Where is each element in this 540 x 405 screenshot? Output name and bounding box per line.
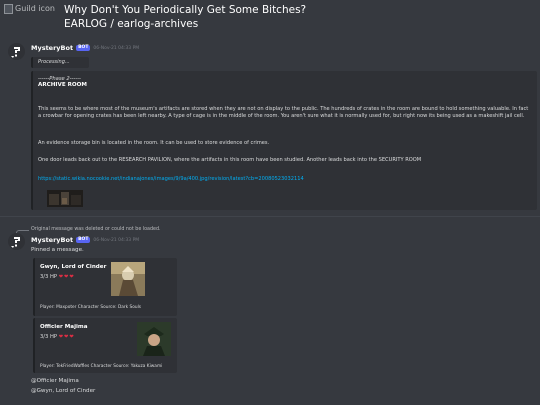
- doors-description: One door leads back out to the RESEARCH …: [38, 157, 422, 163]
- guild-icon: Guild icon: [4, 4, 55, 14]
- character-card-gwyn: Gwyn, Lord of Cinder 3/3 HP ❤❤❤ Player: …: [33, 258, 177, 316]
- processing-text: Processing...: [38, 59, 70, 65]
- character-hp: 3/3 HP ❤❤❤: [40, 334, 75, 340]
- guild-title: Why Don't You Periodically Get Some Bitc…: [64, 4, 307, 16]
- mystery-question-icon: [8, 43, 25, 60]
- reply-notice: Original message was deleted or could no…: [31, 227, 161, 232]
- character-name: Officier Majima: [40, 324, 88, 330]
- mystery-question-icon: [8, 233, 25, 250]
- mention-majima[interactable]: @Officier Majima: [31, 378, 79, 384]
- bot-avatar[interactable]: [8, 233, 25, 250]
- room-title: ARCHIVE ROOM: [38, 82, 87, 88]
- bot-avatar[interactable]: [8, 43, 25, 60]
- majima-portrait: [137, 322, 171, 356]
- message-timestamp: 06-Nov-21 04:33 PM: [93, 45, 140, 51]
- hp-label: 3/3 HP: [40, 334, 58, 340]
- room-embed: ------Phase 2------ ARCHIVE ROOM This se…: [31, 71, 537, 210]
- bot-badge: BOT: [76, 45, 91, 51]
- character-thumbnail[interactable]: [137, 322, 171, 356]
- room-thumbnail[interactable]: [47, 190, 83, 207]
- heart-icon: ❤❤❤: [58, 274, 75, 280]
- processing-embed: Processing...: [31, 57, 89, 68]
- guild-icon-alt: Guild icon: [15, 4, 55, 13]
- heart-icon: ❤❤❤: [58, 334, 75, 340]
- bot-badge: BOT: [76, 237, 91, 243]
- pinned-notice: Pinned a message.: [31, 247, 84, 253]
- character-card-majima: Officier Majima 3/3 HP ❤❤❤ Player: TekFr…: [33, 318, 177, 373]
- hp-label: 3/3 HP: [40, 274, 58, 280]
- message-header: MysteryBot BOT 06-Nov-21 04:33 PM: [31, 44, 139, 52]
- character-name: Gwyn, Lord of Cinder: [40, 264, 107, 270]
- message-divider: [0, 216, 540, 217]
- room-description: This seems to be where most of the museu…: [38, 106, 529, 120]
- character-thumbnail[interactable]: [111, 262, 145, 296]
- mention-gwyn[interactable]: @Gwyn, Lord of Cinder: [31, 388, 95, 394]
- room-thumbnail-art: [47, 190, 83, 207]
- image-link[interactable]: https://static.wikia.nocookie.net/indian…: [38, 176, 304, 182]
- player-info: Player: Maxpoter Character Source: Dark …: [40, 305, 142, 310]
- channel-header: Guild icon Why Don't You Periodically Ge…: [0, 0, 540, 38]
- channel-path: EARLOG / earlog-archives: [64, 18, 199, 30]
- message-header: MysteryBot BOT 06-Nov-21 04:33 PM: [31, 236, 139, 244]
- player-info: Player: TekFriedWaffles Character Source…: [40, 364, 163, 369]
- broken-image-icon: [4, 4, 13, 14]
- evidence-description: An evidence storage bin is located in th…: [38, 140, 270, 146]
- author-name[interactable]: MysteryBot: [31, 44, 73, 52]
- gwyn-portrait: [111, 262, 145, 296]
- author-name[interactable]: MysteryBot: [31, 236, 73, 244]
- message-timestamp: 06-Nov-21 04:33 PM: [93, 237, 140, 243]
- character-hp: 3/3 HP ❤❤❤: [40, 274, 75, 280]
